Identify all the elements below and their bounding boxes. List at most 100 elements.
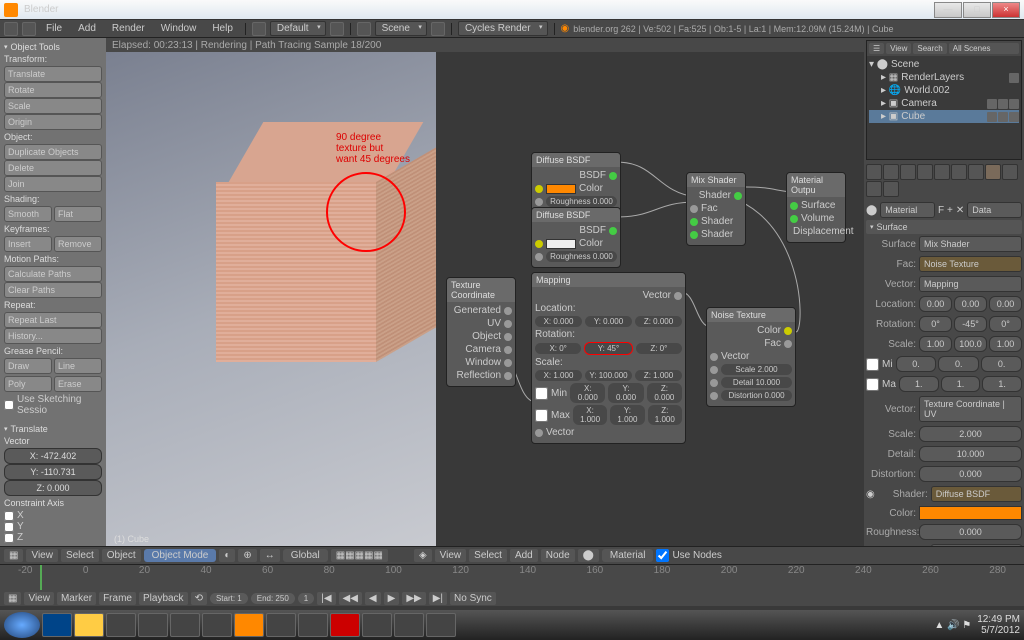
node-editor-icon[interactable]: ◈	[414, 549, 432, 562]
sketching-checkbox[interactable]	[4, 400, 14, 410]
insert-keyframe-button[interactable]: Insert	[4, 236, 52, 252]
taskbar-app-icon[interactable]	[138, 613, 168, 637]
rotation-y-highlighted[interactable]: Y: 45°	[584, 342, 632, 355]
taskbar-chrome-icon[interactable]	[362, 613, 392, 637]
taskbar-app-icon[interactable]	[298, 613, 328, 637]
timeline-cursor[interactable]	[40, 565, 42, 590]
play-reverse-icon[interactable]: ◀	[365, 592, 381, 605]
calculate-paths-button[interactable]: Calculate Paths	[4, 266, 102, 282]
duplicate-button[interactable]: Duplicate Objects	[4, 144, 102, 160]
taskbar-app-icon[interactable]	[106, 613, 136, 637]
join-button[interactable]: Join	[4, 176, 102, 192]
min-clamp-checkbox[interactable]	[866, 358, 879, 371]
prop-tab-physics[interactable]	[883, 181, 899, 197]
outliner-renderlayers[interactable]: ▸ ▦RenderLayers	[869, 71, 1019, 84]
mix-shader-node[interactable]: Mix Shader Shader Fac Shader Shader	[686, 172, 746, 246]
mapping-node[interactable]: Mapping Vector Location: X: 0.000Y: 0.00…	[531, 272, 686, 444]
scene-dropdown[interactable]: Scene	[375, 21, 427, 36]
smooth-button[interactable]: Smooth	[4, 206, 52, 222]
prop-tab-render[interactable]	[866, 164, 882, 180]
menu-window[interactable]: Window	[155, 23, 203, 34]
color1-swatch[interactable]	[919, 506, 1022, 520]
3d-viewport[interactable]: 90 degree texture but want 45 degrees (1…	[106, 52, 436, 546]
roughness1-field[interactable]: 0.000	[919, 524, 1022, 540]
node-editor[interactable]: Diffuse BSDF BSDF Color Roughness 0.000 …	[436, 52, 864, 546]
taskbar-blender-icon[interactable]	[234, 613, 264, 637]
rewind-icon[interactable]: ⟲	[191, 592, 207, 605]
timeline-editor-icon[interactable]: ▦	[4, 592, 21, 605]
surface-header[interactable]: Surface	[866, 220, 1022, 234]
draw-button[interactable]: Draw	[4, 358, 52, 374]
minimize-button[interactable]: —	[934, 2, 962, 18]
min-checkbox[interactable]	[535, 387, 548, 400]
add-scene-icon[interactable]	[431, 22, 445, 36]
node-type[interactable]: Data	[967, 202, 1022, 218]
ne-select[interactable]: Select	[469, 549, 507, 562]
layers[interactable]: ▦▦▦▦▦	[331, 549, 388, 562]
outliner-view[interactable]: View	[886, 43, 911, 54]
poly-button[interactable]: Poly	[4, 376, 52, 392]
outliner-cube[interactable]: ▸ ▣Cube	[869, 110, 1019, 123]
repeat-last-button[interactable]: Repeat Last	[4, 312, 102, 328]
add-layout-icon[interactable]	[330, 22, 344, 36]
translate-y[interactable]: Y: -110.731	[4, 464, 102, 480]
current-frame[interactable]: 1	[298, 593, 314, 604]
taskbar-app-icon[interactable]	[170, 613, 200, 637]
shading-icon[interactable]: ◐	[219, 549, 235, 562]
shader1-dropdown[interactable]: Diffuse BSDF	[931, 486, 1022, 502]
play-icon[interactable]: ▶	[384, 592, 400, 605]
pivot-icon[interactable]: ⊕	[238, 549, 256, 562]
engine-dropdown[interactable]: Cycles Render	[458, 21, 548, 36]
ne-add[interactable]: Add	[510, 549, 538, 562]
outliner-scope[interactable]: All Scenes	[949, 43, 1019, 54]
color-swatch[interactable]	[546, 239, 576, 249]
detail-field[interactable]: 10.000	[919, 446, 1022, 462]
remove-keyframe-button[interactable]: Remove	[54, 236, 102, 252]
material-output-node[interactable]: Material Outpu Surface Volume Displaceme…	[786, 172, 846, 243]
outliner-camera[interactable]: ▸ ▣Camera	[869, 97, 1019, 110]
expand-icon[interactable]	[22, 22, 36, 36]
scale-button[interactable]: Scale	[4, 98, 102, 114]
translate-button[interactable]: Translate	[4, 66, 102, 82]
taskbar-explorer-icon[interactable]	[74, 613, 104, 637]
ne-node[interactable]: Node	[541, 549, 575, 562]
translate-panel-header[interactable]: Translate	[4, 424, 102, 434]
scene-browse-icon[interactable]	[357, 22, 371, 36]
taskbar-app-icon[interactable]	[266, 613, 296, 637]
prop-tab-object[interactable]	[917, 164, 933, 180]
translate-z[interactable]: Z: 0.000	[4, 480, 102, 496]
back-icon[interactable]	[252, 22, 266, 36]
close-button[interactable]: ×	[992, 2, 1020, 18]
use-nodes-checkbox[interactable]	[656, 549, 669, 562]
taskbar-app-icon[interactable]	[330, 613, 360, 637]
prop-tab-constraints[interactable]	[934, 164, 950, 180]
sync-dropdown[interactable]: No Sync	[450, 592, 496, 605]
noise-texture-node[interactable]: Noise Texture Color Fac Vector Scale 2.0…	[706, 307, 796, 407]
taskbar-app-icon[interactable]	[394, 613, 424, 637]
outliner-scene[interactable]: ▾ ⬤Scene	[869, 58, 1019, 71]
ne-view[interactable]: View	[435, 549, 467, 562]
outliner-search[interactable]: Search	[913, 43, 946, 54]
diffuse-bsdf-node-1[interactable]: Diffuse BSDF BSDF Color Roughness 0.000	[531, 152, 621, 213]
history-button[interactable]: History...	[4, 328, 102, 344]
shader2-dropdown[interactable]: Diffuse BSDF	[931, 544, 1022, 546]
maximize-button[interactable]: □	[963, 2, 991, 18]
surface-dropdown[interactable]: Mix Shader	[919, 236, 1022, 252]
prop-tab-modifiers[interactable]	[951, 164, 967, 180]
prop-tab-data[interactable]	[968, 164, 984, 180]
info-editor-icon[interactable]	[4, 22, 18, 36]
vector-dropdown[interactable]: Mapping	[919, 276, 1022, 292]
tl-frame[interactable]: Frame	[99, 592, 136, 605]
scale-field[interactable]: 2.000	[919, 426, 1022, 442]
max-clamp-checkbox[interactable]	[866, 378, 879, 391]
delete-button[interactable]: Delete	[4, 160, 102, 176]
layout-dropdown[interactable]: Default	[270, 21, 326, 36]
mode-dropdown[interactable]: Object Mode	[144, 549, 217, 562]
rotate-button[interactable]: Rotate	[4, 82, 102, 98]
taskbar-ie-icon[interactable]	[42, 613, 72, 637]
diffuse-bsdf-node-2[interactable]: Diffuse BSDF BSDF Color Roughness 0.000	[531, 207, 621, 268]
prev-keyframe-icon[interactable]: ◀◀	[339, 592, 362, 605]
max-checkbox[interactable]	[535, 409, 548, 422]
jump-end-icon[interactable]: ▶|	[429, 592, 447, 605]
editor-type-icon[interactable]: ▦	[4, 549, 23, 562]
